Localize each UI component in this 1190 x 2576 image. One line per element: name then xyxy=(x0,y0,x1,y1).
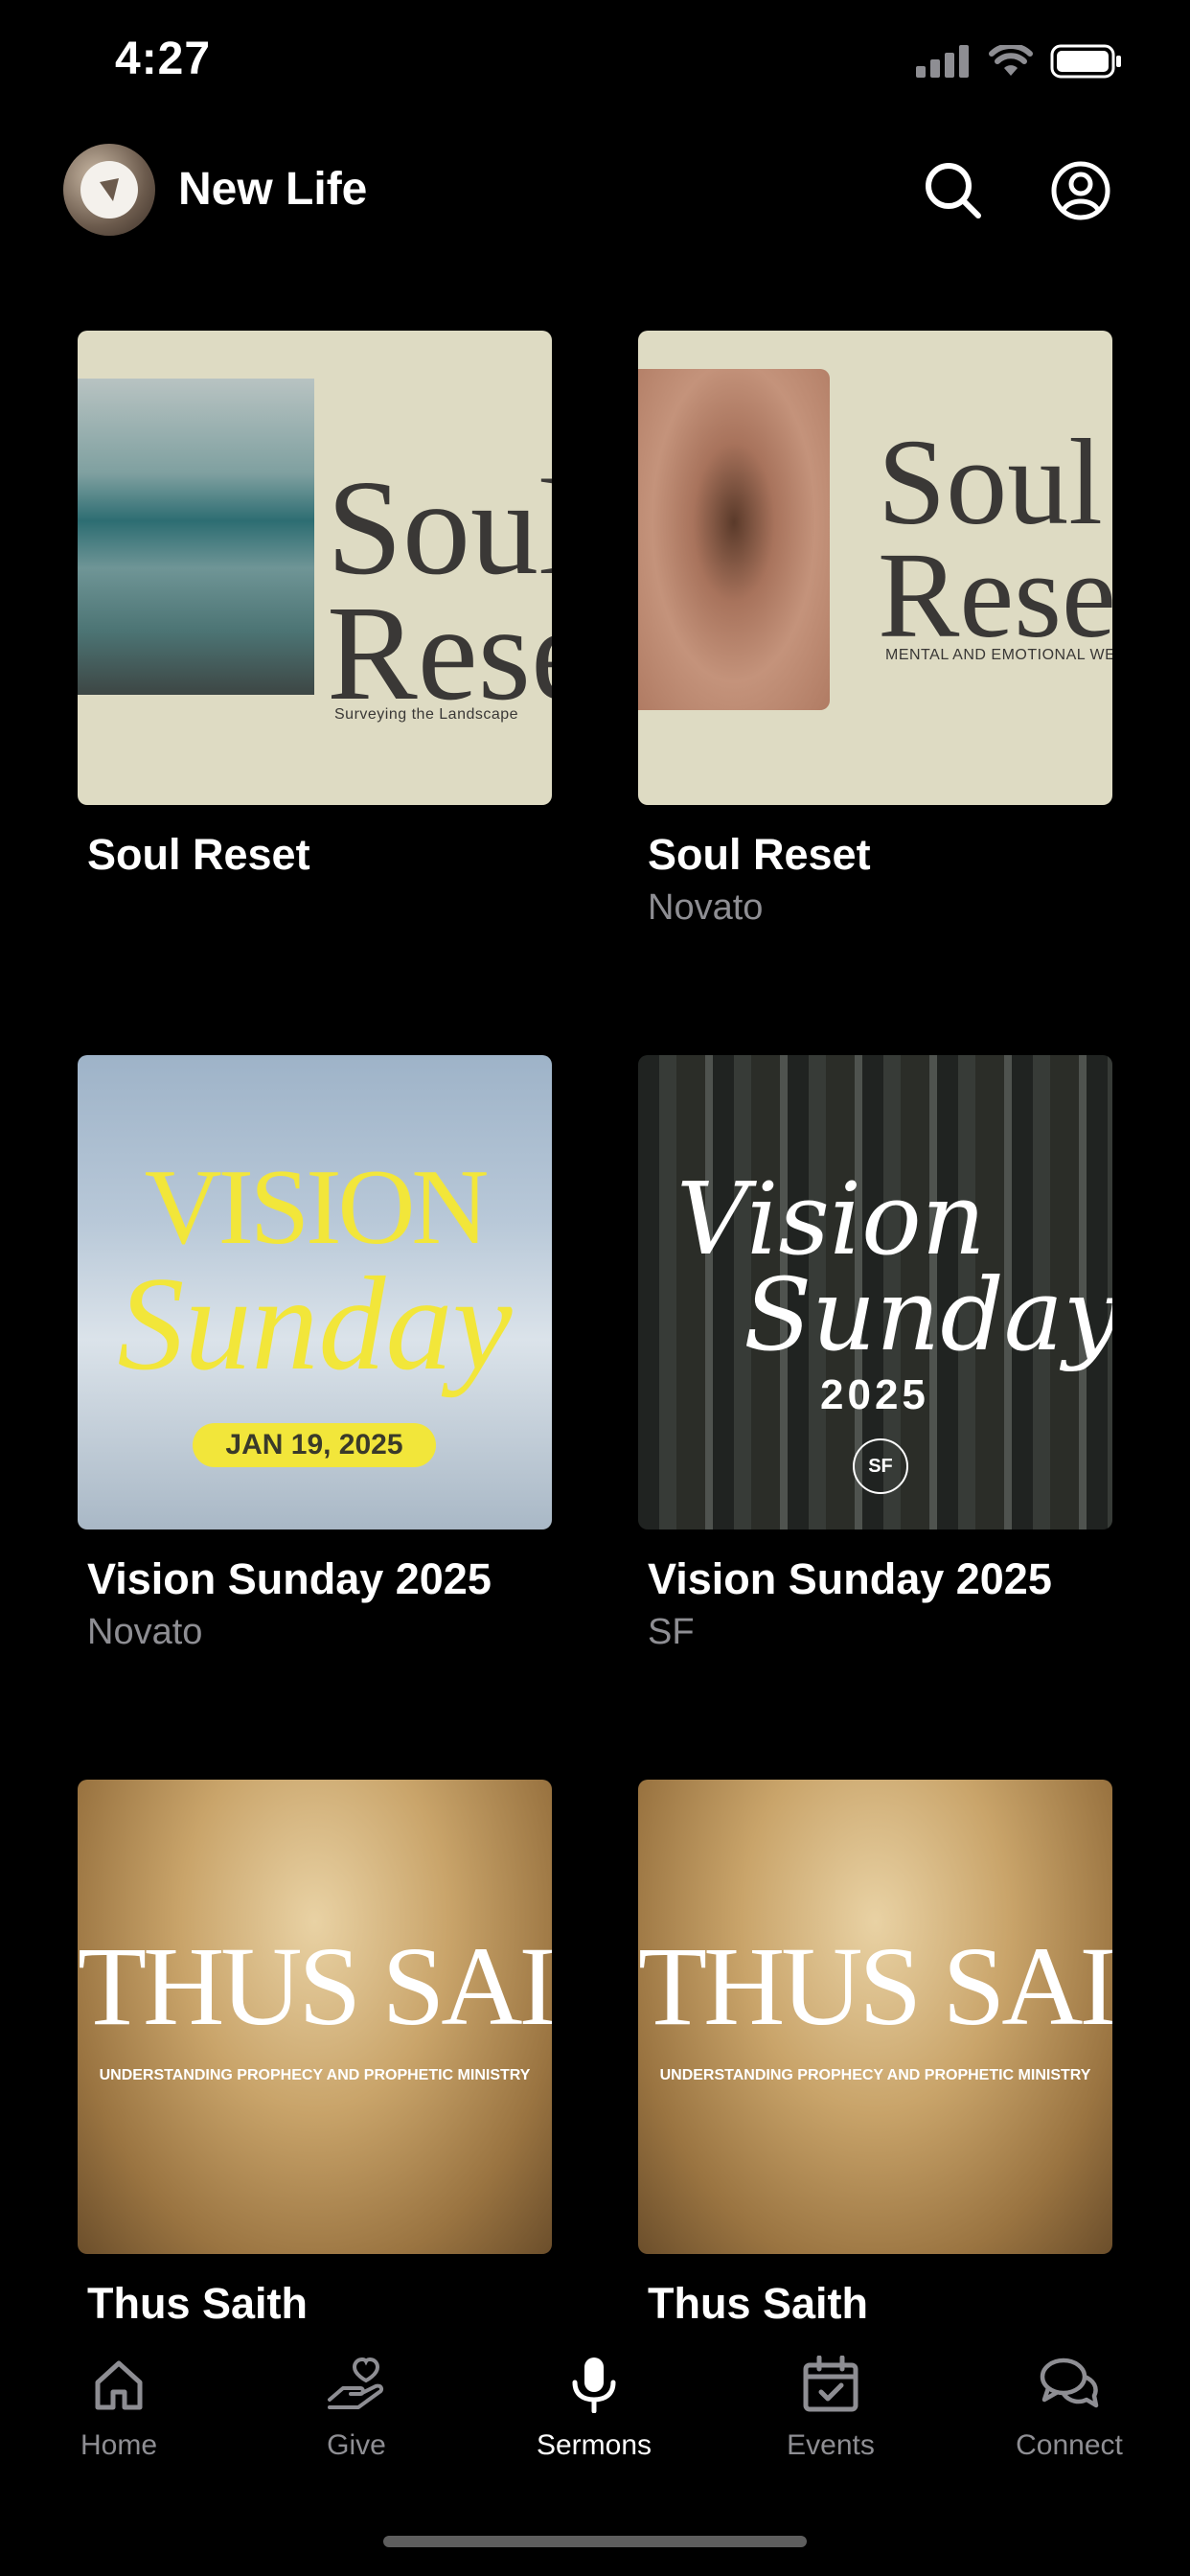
logo-mark-icon xyxy=(80,161,138,218)
mountain-lake-photo xyxy=(78,379,314,695)
battery-icon xyxy=(1050,44,1121,79)
sermon-thumbnail[interactable]: THUS SAITH UNDERSTANDING PROPHECY AND PR… xyxy=(638,1780,1112,2254)
app-title: New Life xyxy=(178,164,368,215)
sermon-subtitle: Novato xyxy=(648,887,764,928)
artwork-title: Soul Reset xyxy=(878,414,1112,663)
artwork-tagline: MENTAL AND EMOTIONAL WELLNESS xyxy=(885,647,1112,663)
sermon-thumbnail[interactable]: Soul Reset Surveying the Landscape xyxy=(78,331,552,805)
sermon-card[interactable]: THUS SAITH UNDERSTANDING PROPHECY AND PR… xyxy=(638,1780,1112,2329)
profile-button[interactable] xyxy=(1047,157,1114,224)
artwork-sunday-text: Sunday xyxy=(117,1250,513,1398)
search-button[interactable] xyxy=(920,157,987,224)
sermon-card[interactable]: VISION Sunday JAN 19, 2025 Vision Sunday… xyxy=(78,1055,552,1653)
tab-connect[interactable]: Connect xyxy=(973,2356,1165,2462)
sermon-card[interactable]: Soul Reset MENTAL AND EMOTIONAL WELLNESS… xyxy=(638,331,1112,929)
church-logo[interactable] xyxy=(63,144,155,236)
sermon-title: Vision Sunday 2025 xyxy=(87,1554,492,1603)
home-icon xyxy=(95,2360,143,2410)
sermon-subtitle: SF xyxy=(648,1612,695,1652)
sermon-thumbnail[interactable]: Vision Sunday 2025 SF xyxy=(638,1055,1112,1530)
artwork-title: Soul Reset xyxy=(327,451,552,728)
app-header: New Life xyxy=(0,134,1190,249)
tab-bar: Home Give Sermons Events Connect xyxy=(0,2338,1190,2482)
artwork-tagline: UNDERSTANDING PROPHECY AND PROPHETIC MIN… xyxy=(99,2067,531,2083)
artwork-title: THUS SAITH xyxy=(78,1923,552,2049)
sermon-title: Soul Reset xyxy=(648,830,871,879)
chat-icon xyxy=(1040,2358,1099,2408)
tab-events[interactable]: Events xyxy=(735,2355,927,2462)
microphone-icon xyxy=(572,2358,616,2414)
home-indicator[interactable] xyxy=(383,2536,807,2547)
artwork-date-badge: JAN 19, 2025 xyxy=(193,1423,436,1467)
cellular-signal-icon xyxy=(916,45,969,78)
wifi-icon xyxy=(989,45,1033,76)
artwork-tagline: Surveying the Landscape xyxy=(334,706,519,723)
sermon-subtitle: Novato xyxy=(87,1612,203,1652)
give-icon xyxy=(328,2357,384,2409)
artwork-year-text: 2025 xyxy=(820,1371,929,1418)
sermon-card[interactable]: Vision Sunday 2025 SF Vision Sunday 2025… xyxy=(638,1055,1112,1653)
tab-sermons[interactable]: Sermons xyxy=(498,2356,690,2462)
status-icons xyxy=(916,44,1123,79)
artwork-sunday-text: Sunday xyxy=(744,1256,1112,1373)
sermon-card[interactable]: THUS SAITH UNDERSTANDING PROPHECY AND PR… xyxy=(78,1780,552,2329)
status-time: 4:27 xyxy=(115,34,212,84)
status-bar: 4:27 xyxy=(0,0,1190,125)
artwork-title: THUS SAITH xyxy=(638,1923,1112,2049)
sermon-title: Vision Sunday 2025 xyxy=(648,1554,1052,1603)
sermon-thumbnail[interactable]: VISION Sunday JAN 19, 2025 xyxy=(78,1055,552,1530)
sermon-title: Thus Saith xyxy=(87,2279,309,2328)
calendar-icon xyxy=(803,2355,858,2412)
artwork-badge: SF xyxy=(853,1438,908,1494)
sermon-thumbnail[interactable]: THUS SAITH UNDERSTANDING PROPHECY AND PR… xyxy=(78,1780,552,2254)
sermon-thumbnail[interactable]: Soul Reset MENTAL AND EMOTIONAL WELLNESS xyxy=(638,331,1112,805)
tab-give[interactable]: Give xyxy=(261,2356,452,2462)
artwork-tagline: UNDERSTANDING PROPHECY AND PROPHETIC MIN… xyxy=(659,2067,1091,2083)
tab-home[interactable]: Home xyxy=(23,2356,215,2462)
sermon-card[interactable]: Soul Reset Surveying the Landscape Soul … xyxy=(78,331,552,887)
profile-icon xyxy=(1051,161,1110,220)
sermon-title: Soul Reset xyxy=(87,830,310,879)
search-icon xyxy=(926,163,981,218)
eye-closeup-photo xyxy=(638,369,830,710)
sermon-title: Thus Saith xyxy=(648,2279,869,2328)
